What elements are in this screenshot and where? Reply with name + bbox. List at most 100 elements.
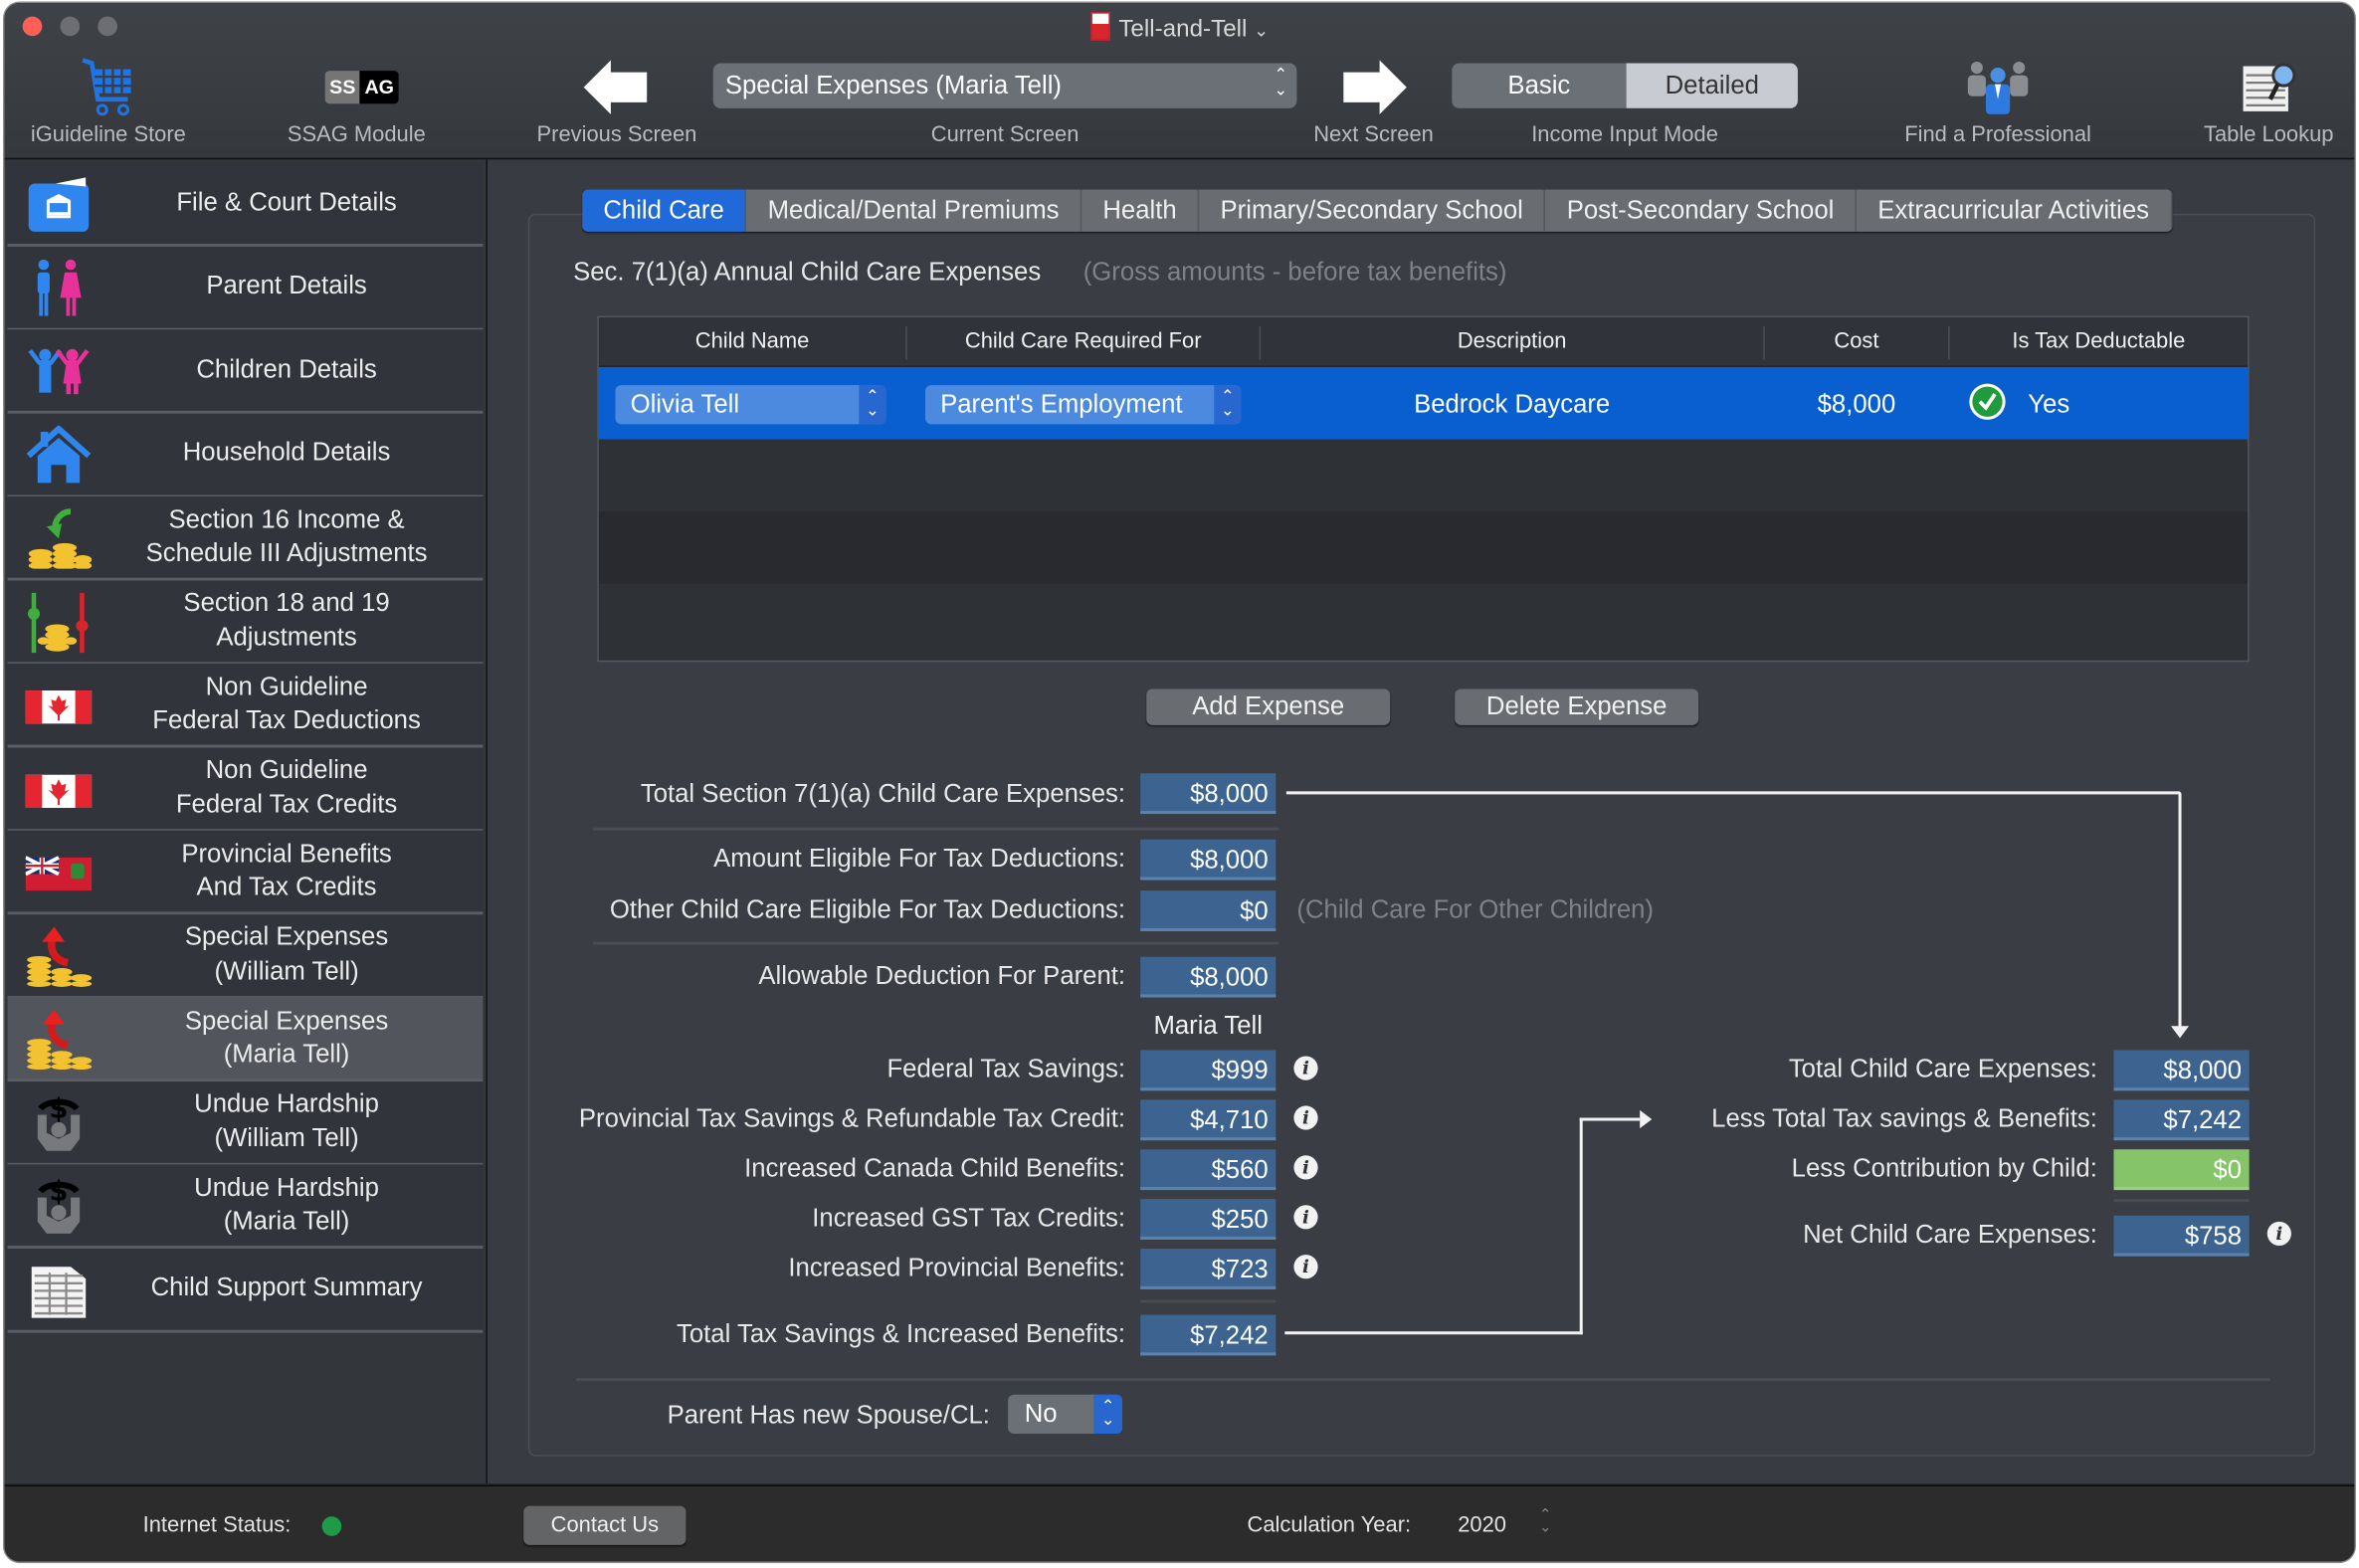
other-eligible-value[interactable]: $0 bbox=[1140, 890, 1277, 931]
income-mode-segmented: Basic Detailed bbox=[1452, 63, 1798, 108]
store-label: iGuideline Store bbox=[30, 122, 186, 148]
col-cost[interactable]: Cost bbox=[1765, 317, 1948, 365]
info-icon[interactable]: i bbox=[1293, 1155, 1318, 1180]
info-icon[interactable]: i bbox=[1293, 1056, 1318, 1080]
sidebar-item-parent-details[interactable]: Parent Details bbox=[7, 246, 484, 330]
tab-medical-dental-premiums[interactable]: Medical/Dental Premiums bbox=[746, 189, 1082, 232]
tax-deductible-cell: Yes bbox=[2028, 389, 2070, 419]
sidebar-item-household-details[interactable]: Household Details bbox=[7, 413, 484, 497]
expenses-table: Child Name Child Care Required For Descr… bbox=[597, 315, 2250, 663]
sidebar-item-label: Non Guideline Federal Tax Deductions bbox=[152, 672, 421, 734]
table-row[interactable]: Olivia Tell ⌃ ⌄ Parent's Employment ⌃ ⌄ Be… bbox=[598, 366, 2249, 440]
federal-label: Federal Tax Savings: bbox=[886, 1054, 1126, 1083]
sidebar-item-undue-hardship-maria-tell[interactable]: $ Undue Hardship (Maria Tell) bbox=[7, 1164, 484, 1250]
total-cc-label: Total Child Care Expenses: bbox=[1788, 1054, 2097, 1083]
updown-chevron-icon: ⌃ ⌄ bbox=[1274, 66, 1288, 99]
federal-value: $999 bbox=[1140, 1050, 1277, 1091]
sidebar-item-special-expenses-maria-tell[interactable]: Special Expenses (Maria Tell) bbox=[7, 997, 484, 1082]
sidebar: File & Court Details Parent Details Childr… bbox=[4, 159, 488, 1483]
sidebar-item-label: Parent Details bbox=[206, 271, 367, 300]
divider bbox=[576, 1378, 2270, 1382]
sidebar-item-section-18-and-19-adjustments[interactable]: Section 18 and 19 Adjustments bbox=[7, 579, 484, 665]
amount-eligible-value[interactable]: $8,000 bbox=[1140, 839, 1277, 881]
updown-chevron-icon: ⌃ ⌄ bbox=[1214, 385, 1242, 425]
total-section-value: $8,000 bbox=[1140, 773, 1277, 815]
window-title[interactable]: Tell-and-Tell ⌄ bbox=[5, 12, 2355, 44]
internet-status-label: Internet Status: bbox=[142, 1513, 292, 1538]
sidebar-item-label: Non Guideline Federal Tax Credits bbox=[175, 755, 398, 818]
less-child-label: Less Contribution by Child: bbox=[1791, 1153, 2097, 1183]
calculation-year-stepper[interactable]: 2020 ⌃ ⌄ bbox=[1458, 1508, 1563, 1540]
info-icon[interactable]: i bbox=[1293, 1105, 1318, 1130]
income-coins-icon bbox=[26, 508, 93, 570]
col-child-name[interactable]: Child Name bbox=[599, 317, 905, 365]
sidebar-item-child-support-summary[interactable]: Child Support Summary bbox=[7, 1248, 484, 1332]
spouse-select[interactable]: No ⌃ ⌄ bbox=[1008, 1394, 1123, 1435]
checkmark-circle-icon[interactable] bbox=[1969, 383, 2006, 420]
ccb-label: Increased Canada Child Benefits: bbox=[744, 1153, 1126, 1183]
gst-label: Increased GST Tax Credits: bbox=[812, 1203, 1126, 1233]
info-icon[interactable]: i bbox=[2266, 1221, 2291, 1247]
current-screen-select[interactable]: Special Expenses (Maria Tell) ⌃ ⌄ bbox=[712, 63, 1297, 108]
ssag-icon: SS AG bbox=[324, 71, 399, 104]
sidebar-item-label: Provincial Benefits And Tax Credits bbox=[181, 838, 392, 901]
connector-line bbox=[2178, 791, 2182, 1036]
sidebar-item-non-guideline-federal-tax-credits[interactable]: Non Guideline Federal Tax Credits bbox=[7, 746, 484, 832]
arrow-down-icon bbox=[2170, 1026, 2190, 1039]
svg-text:$: $ bbox=[50, 1093, 69, 1124]
other-eligible-label: Other Child Care Eligible For Tax Deduct… bbox=[609, 894, 1126, 924]
calculation-year-label: Calculation Year: bbox=[1247, 1513, 1412, 1538]
sidebar-item-children-details[interactable]: Children Details bbox=[7, 329, 484, 414]
status-bar: Internet Status: Contact Us Calculation … bbox=[4, 1484, 2355, 1562]
table-lookup-icon bbox=[2243, 63, 2296, 111]
mode-detailed-segment[interactable]: Detailed bbox=[1626, 63, 1798, 108]
spouse-label: Parent Has new Spouse/CL: bbox=[667, 1400, 990, 1430]
sidebar-item-special-expenses-william-tell[interactable]: Special Expenses (William Tell) bbox=[7, 913, 484, 999]
canada-flag-icon bbox=[25, 759, 93, 819]
sidebar-item-label: Undue Hardship (Maria Tell) bbox=[194, 1172, 379, 1236]
col-description[interactable]: Description bbox=[1261, 317, 1763, 365]
prov-benefits-label: Increased Provincial Benefits: bbox=[788, 1253, 1126, 1282]
sidebar-item-file-court-details[interactable]: File & Court Details bbox=[7, 162, 484, 247]
col-required-for[interactable]: Child Care Required For bbox=[907, 317, 1260, 365]
house-icon bbox=[26, 424, 93, 485]
updown-chevron-icon: ⌃ ⌄ bbox=[859, 385, 886, 425]
total-cc-value: $8,000 bbox=[2113, 1050, 2250, 1091]
sidebar-item-label: Section 18 and 19 Adjustments bbox=[183, 588, 390, 651]
mode-basic-segment[interactable]: Basic bbox=[1452, 63, 1627, 108]
connector-line bbox=[1579, 1117, 1641, 1121]
tab-health[interactable]: Health bbox=[1081, 189, 1200, 232]
info-icon[interactable]: i bbox=[1293, 1255, 1318, 1279]
parents-icon bbox=[26, 258, 93, 317]
add-expense-button[interactable]: Add Expense bbox=[1146, 688, 1391, 725]
required-for-select[interactable]: Parent's Employment ⌃ ⌄ bbox=[924, 385, 1242, 425]
find-professional-label: Find a Professional bbox=[1904, 122, 2091, 148]
connector-line bbox=[1285, 791, 2181, 795]
sidebar-item-section-16-income-schedule-iii-adjustments[interactable]: Section 16 Income & Schedule III Adjustme… bbox=[7, 495, 484, 581]
sidebar-item-provincial-benefits-and-tax-credits[interactable]: Provincial Benefits And Tax Credits bbox=[7, 830, 484, 915]
connector-line bbox=[1579, 1117, 1583, 1335]
divider bbox=[592, 941, 1279, 945]
prov-benefits-value: $723 bbox=[1140, 1249, 1277, 1289]
tab-child-care[interactable]: Child Care bbox=[582, 189, 747, 232]
child-name-select[interactable]: Olivia Tell ⌃ ⌄ bbox=[615, 385, 886, 425]
arrow-left-icon bbox=[583, 60, 648, 114]
col-tax-deductible[interactable]: Is Tax Deductable bbox=[1950, 317, 2248, 365]
tab-extracurricular-activities[interactable]: Extracurricular Activities bbox=[1857, 189, 2172, 232]
tab-post-secondary-school[interactable]: Post-Secondary School bbox=[1545, 189, 1858, 232]
info-icon[interactable]: i bbox=[1293, 1205, 1318, 1230]
allowable-label: Allowable Deduction For Parent: bbox=[758, 961, 1126, 990]
special-expenses-icon bbox=[26, 925, 93, 987]
special-expenses-icon bbox=[26, 1009, 93, 1071]
description-cell: Bedrock Daycare bbox=[1414, 389, 1611, 419]
app-window: Tell-and-Tell ⌄ iGuideline Store SS AG SS… bbox=[4, 3, 2355, 1562]
provincial-value: $4,710 bbox=[1140, 1099, 1277, 1141]
tab-primary-secondary-school[interactable]: Primary/Secondary School bbox=[1199, 189, 1546, 232]
table-empty-row bbox=[598, 583, 2249, 660]
contact-us-button[interactable]: Contact Us bbox=[523, 1505, 687, 1545]
sidebar-item-non-guideline-federal-tax-deductions[interactable]: Non Guideline Federal Tax Deductions bbox=[7, 663, 484, 748]
less-child-value[interactable]: $0 bbox=[2113, 1149, 2250, 1191]
sidebar-item-undue-hardship-william-tell[interactable]: $ Undue Hardship (William Tell) bbox=[7, 1080, 484, 1166]
divider bbox=[1140, 1299, 1277, 1303]
delete-expense-button[interactable]: Delete Expense bbox=[1455, 688, 1699, 725]
